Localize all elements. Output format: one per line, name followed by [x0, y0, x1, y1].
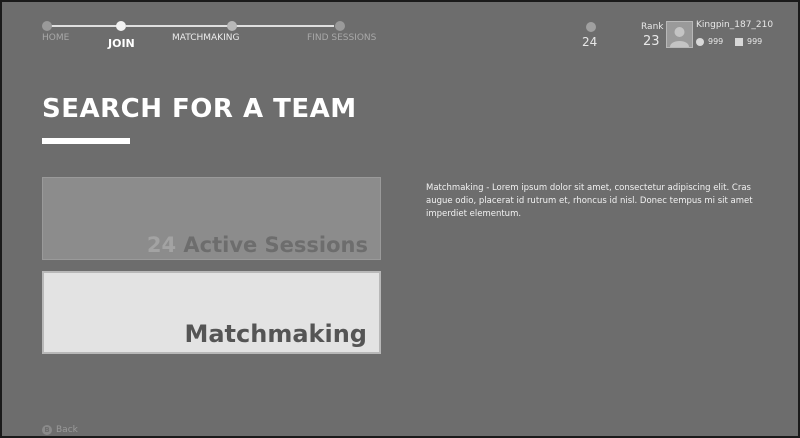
- active-sessions-text: 24 Active Sessions: [147, 233, 368, 257]
- matchmaking-tile[interactable]: Matchmaking: [42, 271, 381, 354]
- nav-segment: [126, 25, 233, 27]
- rank-badge-value: 24: [582, 35, 598, 49]
- nav-step-matchmaking[interactable]: MATCHMAKING: [172, 33, 239, 43]
- progress-nav: HOME JOIN MATCHMAKING FIND SESSIONS: [42, 20, 376, 50]
- avatar[interactable]: [666, 21, 693, 48]
- nav-step-find-sessions[interactable]: FIND SESSIONS: [307, 33, 376, 43]
- nav-dot-matchmaking[interactable]: [227, 21, 237, 31]
- b-button-icon: B: [42, 425, 52, 435]
- gamertag: Kingpin_187_210: [696, 20, 774, 30]
- nav-step-home[interactable]: HOME: [42, 33, 69, 43]
- coins-stat: 999: [696, 37, 723, 46]
- nav-segment: [236, 25, 334, 27]
- nav-segment: [47, 25, 121, 27]
- active-sessions-tile[interactable]: 24 Active Sessions: [42, 177, 381, 260]
- coins-value: 999: [708, 37, 724, 46]
- nav-dot-home[interactable]: [42, 21, 52, 31]
- back-button[interactable]: B Back: [42, 425, 78, 435]
- gems-stat: 999: [735, 37, 762, 46]
- page-title: SEARCH FOR A TEAM: [42, 94, 357, 124]
- gems-value: 999: [747, 37, 763, 46]
- sessions-count: 24: [146, 233, 177, 257]
- nav-dot-find-sessions[interactable]: [335, 21, 345, 31]
- mode-description: Matchmaking - Lorem ipsum dolor sit amet…: [426, 183, 753, 219]
- nav-dot-join[interactable]: [116, 21, 126, 31]
- avatar-silhouette-icon: [670, 27, 689, 47]
- gem-icon: [735, 37, 743, 46]
- app-frame: HOME JOIN MATCHMAKING FIND SESSIONS 24 R…: [0, 0, 800, 438]
- rank-label: Rank: [641, 22, 664, 32]
- title-underline: [42, 138, 130, 144]
- matchmaking-label: Matchmaking: [184, 320, 367, 348]
- rank-value: 23: [643, 34, 660, 49]
- coin-icon: [696, 37, 704, 46]
- nav-step-join[interactable]: JOIN: [108, 37, 135, 50]
- sessions-label: Active Sessions: [183, 233, 368, 257]
- back-label: Back: [56, 425, 78, 435]
- rank-badge-icon: [586, 22, 596, 32]
